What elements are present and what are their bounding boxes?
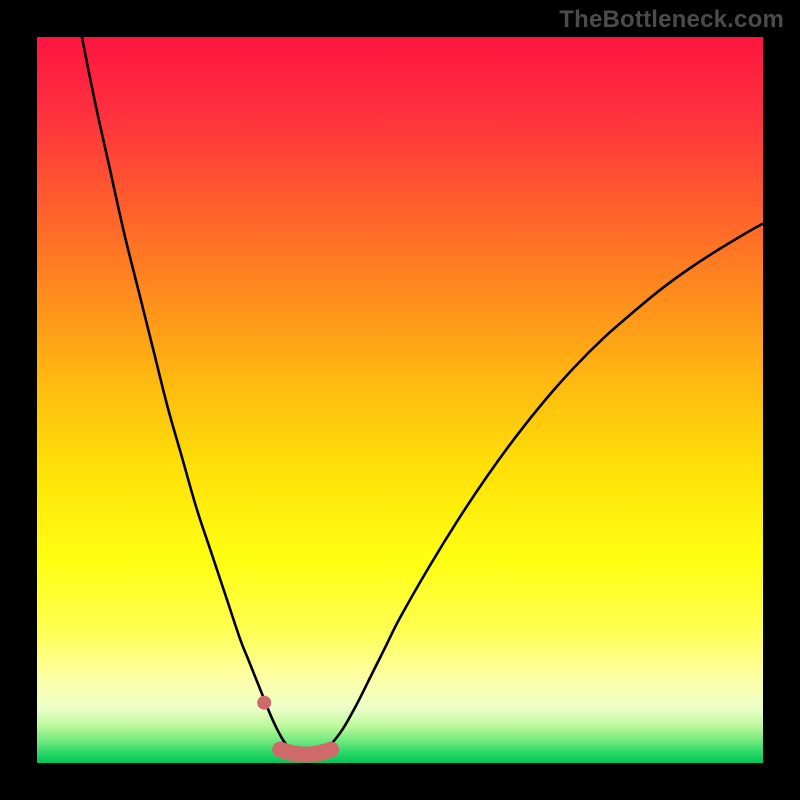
chart-frame: TheBottleneck.com [0,0,800,800]
watermark-text: TheBottleneck.com [559,6,784,34]
plot-area [37,37,763,763]
bottleneck-curve [66,37,763,756]
curve-flat-marker [280,750,331,755]
marker-dot [257,696,271,710]
chart-overlay [37,37,763,763]
